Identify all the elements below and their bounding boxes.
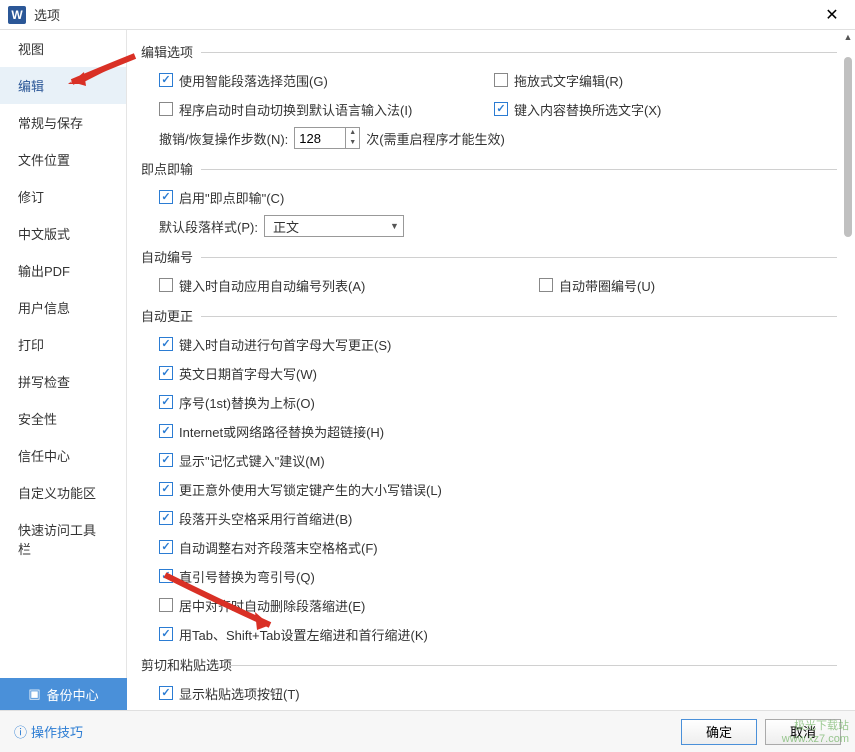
- checkbox-autocorrect-0[interactable]: 键入时自动进行句首字母大写更正(S): [159, 335, 391, 354]
- vertical-scrollbar[interactable]: ▲: [843, 32, 853, 710]
- undo-steps-input[interactable]: [295, 131, 345, 146]
- group-auto-correct-title: 自动更正: [141, 306, 837, 325]
- checkbox-autocorrect-7[interactable]: 自动调整右对齐段落末空格格式(F): [159, 538, 378, 557]
- default-style-label: 默认段落样式(P):: [159, 217, 258, 236]
- sidebar-item-custom-ribbon[interactable]: 自定义功能区: [0, 474, 126, 511]
- check-icon: [159, 278, 173, 292]
- check-icon: [159, 337, 173, 351]
- checkbox-autocorrect-2[interactable]: 序号(1st)替换为上标(O): [159, 393, 315, 412]
- spinner-down-icon[interactable]: ▼: [346, 138, 359, 148]
- sidebar-item-security[interactable]: 安全性: [0, 400, 126, 437]
- checkbox-enable-click-type[interactable]: 启用"即点即输"(C): [159, 188, 284, 207]
- check-icon: [159, 482, 173, 496]
- check-icon: [159, 102, 173, 116]
- titlebar: W 选项 ✕: [0, 0, 855, 30]
- check-icon: [159, 627, 173, 641]
- sidebar-item-view[interactable]: 视图: [0, 30, 126, 67]
- check-icon: [494, 73, 508, 87]
- checkbox-drag-drop[interactable]: 拖放式文字编辑(R): [494, 71, 837, 90]
- footer: ⓘ 操作技巧 确定 取消: [0, 710, 855, 752]
- backup-icon: ▣: [28, 686, 40, 702]
- check-icon: [159, 511, 173, 525]
- info-icon: ⓘ: [14, 722, 27, 741]
- backup-center-button[interactable]: ▣ 备份中心: [0, 678, 127, 710]
- sidebar-item-general-save[interactable]: 常规与保存: [0, 104, 126, 141]
- checkbox-smart-select[interactable]: 使用智能段落选择范围(G): [159, 71, 494, 90]
- check-icon: [159, 73, 173, 87]
- checkbox-auto-switch-ime[interactable]: 程序启动时自动切换到默认语言输入法(I): [159, 100, 494, 119]
- checkbox-autocorrect-1[interactable]: 英文日期首字母大写(W): [159, 364, 317, 383]
- checkbox-autocorrect-3[interactable]: Internet或网络路径替换为超链接(H): [159, 422, 384, 441]
- checkbox-circled-number[interactable]: 自动带圈编号(U): [539, 276, 837, 295]
- check-icon: [159, 395, 173, 409]
- tips-link[interactable]: ⓘ 操作技巧: [14, 722, 83, 741]
- ok-button[interactable]: 确定: [681, 719, 757, 745]
- sidebar-item-output-pdf[interactable]: 输出PDF: [0, 252, 126, 289]
- check-icon: [159, 540, 173, 554]
- checkbox-autocorrect-10[interactable]: 用Tab、Shift+Tab设置左缩进和首行缩进(K): [159, 625, 428, 644]
- checkbox-autocorrect-9[interactable]: 居中对齐时自动删除段落缩进(E): [159, 596, 365, 615]
- sidebar-item-trust-center[interactable]: 信任中心: [0, 437, 126, 474]
- check-icon: [159, 366, 173, 380]
- default-style-select[interactable]: 正文 ▼: [264, 215, 404, 237]
- check-icon: [159, 453, 173, 467]
- sidebar-item-file-location[interactable]: 文件位置: [0, 141, 126, 178]
- sidebar-item-edit[interactable]: 编辑: [0, 67, 126, 104]
- sidebar-item-user-info[interactable]: 用户信息: [0, 289, 126, 326]
- caret-down-icon: ▼: [390, 221, 399, 231]
- check-icon: [159, 424, 173, 438]
- scrollbar-thumb[interactable]: [844, 57, 852, 237]
- check-icon: [159, 598, 173, 612]
- group-auto-number-title: 自动编号: [141, 247, 837, 266]
- app-logo: W: [8, 6, 26, 24]
- undo-suffix: 次(需重启程序才能生效): [366, 129, 505, 148]
- sidebar-item-chinese-layout[interactable]: 中文版式: [0, 215, 126, 252]
- sidebar-item-spellcheck[interactable]: 拼写检查: [0, 363, 126, 400]
- group-edit-title: 编辑选项: [141, 42, 837, 61]
- sidebar-item-print[interactable]: 打印: [0, 326, 126, 363]
- check-icon: [159, 686, 173, 700]
- group-paste-title: 剪切和粘贴选项: [141, 655, 837, 674]
- window-title: 选项: [34, 5, 817, 24]
- check-icon: [539, 278, 553, 292]
- undo-label: 撤销/恢复操作步数(N):: [159, 129, 288, 148]
- checkbox-autocorrect-6[interactable]: 段落开头空格采用行首缩进(B): [159, 509, 352, 528]
- sidebar-item-quick-access[interactable]: 快速访问工具栏: [0, 511, 126, 567]
- checkbox-autocorrect-8[interactable]: 直引号替换为弯引号(Q): [159, 567, 315, 586]
- watermark: 极光下载站 www.xz7.com: [782, 720, 849, 746]
- check-icon: [494, 102, 508, 116]
- checkbox-autocorrect-4[interactable]: 显示"记忆式键入"建议(M): [159, 451, 325, 470]
- check-icon: [159, 190, 173, 204]
- check-icon: [159, 569, 173, 583]
- checkbox-auto-number-apply[interactable]: 键入时自动应用自动编号列表(A): [159, 276, 539, 295]
- spinner-up-icon[interactable]: ▲: [346, 128, 359, 138]
- close-button[interactable]: ✕: [817, 1, 847, 29]
- group-click-type-title: 即点即输: [141, 159, 837, 178]
- sidebar: 视图 编辑 常规与保存 文件位置 修订 中文版式 输出PDF 用户信息 打印 拼…: [0, 30, 127, 710]
- checkbox-autocorrect-5[interactable]: 更正意外使用大写锁定键产生的大小写错误(L): [159, 480, 442, 499]
- undo-steps-spinner[interactable]: ▲▼: [294, 127, 360, 149]
- content-panel: 编辑选项 使用智能段落选择范围(G) 拖放式文字编辑(R): [127, 30, 855, 710]
- sidebar-item-revision[interactable]: 修订: [0, 178, 126, 215]
- checkbox-show-paste-button[interactable]: 显示粘贴选项按钮(T): [159, 684, 300, 703]
- checkbox-replace-selection[interactable]: 键入内容替换所选文字(X): [494, 100, 837, 119]
